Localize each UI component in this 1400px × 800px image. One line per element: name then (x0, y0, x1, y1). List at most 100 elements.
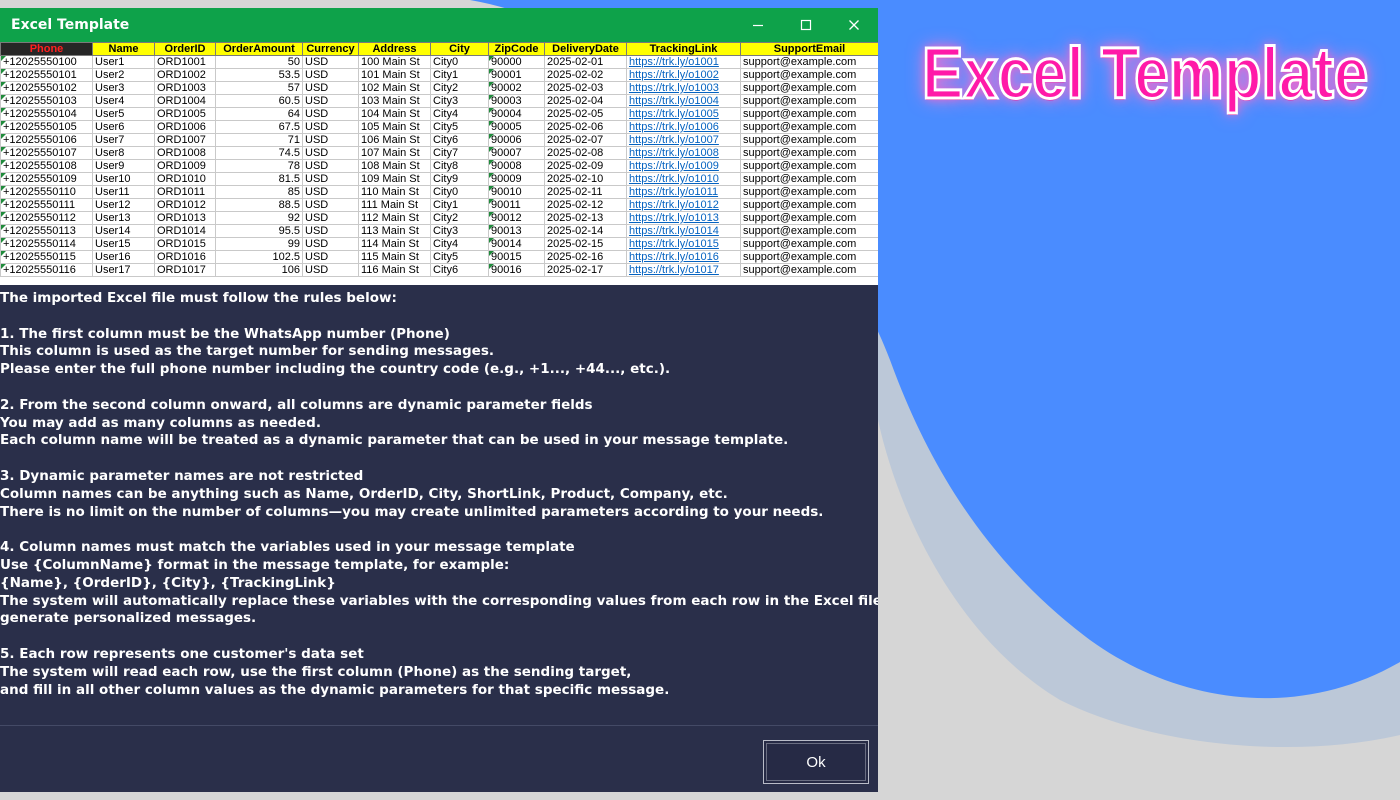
table-cell: 2025-02-16 (544, 250, 627, 264)
tracking-link[interactable]: https://trk.ly/o1013 (626, 211, 741, 225)
title-bar[interactable]: Excel Template (0, 8, 878, 42)
tracking-link[interactable]: https://trk.ly/o1004 (626, 94, 741, 108)
table-cell: 85 (215, 185, 303, 199)
table-cell: City6 (430, 133, 489, 147)
column-header: ZipCode (488, 42, 545, 56)
instruction-line (0, 450, 878, 468)
table-cell: ORD1012 (154, 198, 216, 212)
table-cell: ORD1003 (154, 81, 216, 95)
window-controls (734, 8, 878, 42)
table-cell: 90014 (488, 237, 545, 251)
table-cell: 113 Main St (358, 224, 431, 238)
instruction-line: 5. Each row represents one customer's da… (0, 645, 364, 662)
instruction-line: 1. The first column must be the WhatsApp… (0, 325, 450, 342)
table-cell: 2025-02-02 (544, 68, 627, 82)
table-cell: support@example.com (740, 146, 878, 160)
table-cell: USD (302, 159, 359, 173)
table-cell: 107 Main St (358, 146, 431, 160)
tracking-link[interactable]: https://trk.ly/o1001 (626, 55, 741, 69)
tracking-link[interactable]: https://trk.ly/o1017 (626, 263, 741, 277)
table-cell: 90000 (488, 55, 545, 69)
table-cell: support@example.com (740, 68, 878, 82)
minimize-icon (753, 24, 763, 27)
table-cell: City3 (430, 224, 489, 238)
table-row: +12025550111 User12 ORD1012 88.5 USD 111 Main… (0, 198, 878, 212)
table-cell: 112 Main St (358, 211, 431, 225)
table-cell: ORD1002 (154, 68, 216, 82)
table-cell: 116 Main St (358, 263, 431, 277)
table-cell: User4 (92, 94, 155, 108)
tracking-link[interactable]: https://trk.ly/o1005 (626, 107, 741, 121)
tracking-link[interactable]: https://trk.ly/o1009 (626, 159, 741, 173)
tracking-link[interactable]: https://trk.ly/o1006 (626, 120, 741, 134)
table-cell: 50 (215, 55, 303, 69)
table-cell: 2025-02-03 (544, 81, 627, 95)
table-cell: User15 (92, 237, 155, 251)
table-cell: 2025-02-06 (544, 120, 627, 134)
column-header: Phone (0, 42, 93, 56)
table-cell: 90016 (488, 263, 545, 277)
table-row: +12025550108 User9 ORD1009 78 USD 108 Main St… (0, 159, 878, 173)
table-cell: 115 Main St (358, 250, 431, 264)
close-icon (849, 20, 859, 30)
table-cell: City1 (430, 198, 489, 212)
table-cell: support@example.com (740, 107, 878, 121)
table-cell: USD (302, 172, 359, 186)
instruction-line: This column is used as the target number… (0, 343, 494, 360)
table-cell: USD (302, 146, 359, 160)
instruction-line (0, 521, 878, 539)
table-cell: User13 (92, 211, 155, 225)
instructions-text: The imported Excel file must follow the … (0, 285, 878, 726)
table-cell: User7 (92, 133, 155, 147)
ok-button[interactable]: Ok (763, 740, 869, 784)
table-cell: +12025550109 (0, 172, 93, 186)
instruction-line: generate personalized messages. (0, 610, 257, 627)
table-cell: +12025550110 (0, 185, 93, 199)
maximize-button[interactable] (782, 8, 830, 42)
table-cell: +12025550115 (0, 250, 93, 264)
table-cell: support@example.com (740, 198, 878, 212)
instruction-line: and fill in all other column values as t… (0, 681, 670, 698)
table-cell: USD (302, 107, 359, 121)
tracking-link[interactable]: https://trk.ly/o1007 (626, 133, 741, 147)
tracking-link[interactable]: https://trk.ly/o1011 (626, 185, 741, 199)
column-header: City (430, 42, 489, 56)
tracking-link[interactable]: https://trk.ly/o1012 (626, 198, 741, 212)
table-cell: USD (302, 94, 359, 108)
tracking-link[interactable]: https://trk.ly/o1016 (626, 250, 741, 264)
excel-template-dialog: Excel Template Phone Name OrderID OrderAmou… (0, 8, 878, 792)
table-cell: 67.5 (215, 120, 303, 134)
table-cell: USD (302, 198, 359, 212)
tracking-link[interactable]: https://trk.ly/o1002 (626, 68, 741, 82)
minimize-button[interactable] (734, 8, 782, 42)
instruction-line (0, 379, 878, 397)
table-cell: 57 (215, 81, 303, 95)
table-cell: 90010 (488, 185, 545, 199)
tracking-link[interactable]: https://trk.ly/o1008 (626, 146, 741, 160)
close-button[interactable] (830, 8, 878, 42)
tracking-link[interactable]: https://trk.ly/o1010 (626, 172, 741, 186)
table-cell: support@example.com (740, 120, 878, 134)
tracking-link[interactable]: https://trk.ly/o1014 (626, 224, 741, 238)
table-row: +12025550112 User13 ORD1013 92 USD 112 Main S… (0, 211, 878, 225)
table-cell: User14 (92, 224, 155, 238)
column-header: Currency (302, 42, 359, 56)
table-cell: 78 (215, 159, 303, 173)
table-cell: 109 Main St (358, 172, 431, 186)
table-cell: ORD1007 (154, 133, 216, 147)
tracking-link[interactable]: https://trk.ly/o1015 (626, 237, 741, 251)
table-cell: +12025550114 (0, 237, 93, 251)
table-cell: +12025550108 (0, 159, 93, 173)
table-cell: 108 Main St (358, 159, 431, 173)
table-cell: 90015 (488, 250, 545, 264)
table-cell: USD (302, 185, 359, 199)
table-cell: City8 (430, 159, 489, 173)
tracking-link[interactable]: https://trk.ly/o1003 (626, 81, 741, 95)
table-cell: User5 (92, 107, 155, 121)
table-cell: USD (302, 55, 359, 69)
table-cell: USD (302, 211, 359, 225)
table-cell: 90008 (488, 159, 545, 173)
column-header: Address (358, 42, 431, 56)
table-cell: support@example.com (740, 185, 878, 199)
table-cell: +12025550106 (0, 133, 93, 147)
